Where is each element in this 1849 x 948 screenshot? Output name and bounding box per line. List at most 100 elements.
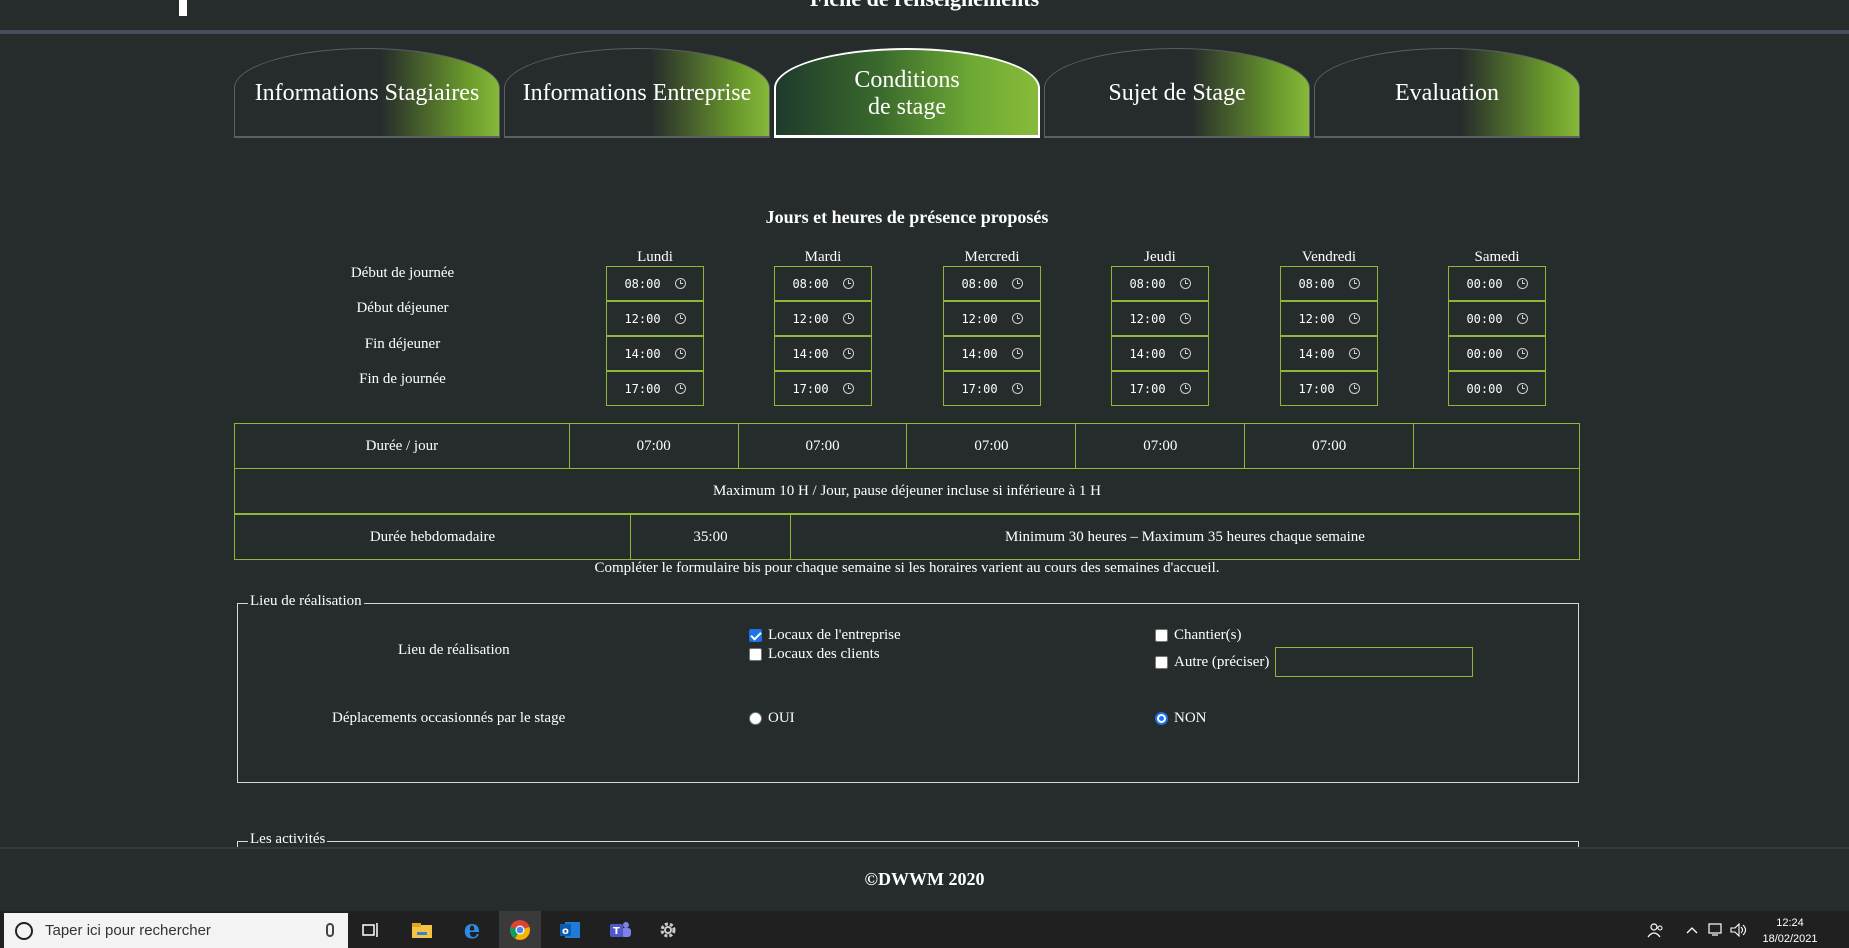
clock-icon[interactable] — [1348, 278, 1360, 289]
clock-icon[interactable] — [1516, 313, 1528, 324]
tab-informations-stagiaires[interactable]: Informations Stagiaires — [234, 48, 500, 138]
search-icon — [15, 921, 33, 940]
clock-icon[interactable] — [674, 383, 686, 394]
autre-preciser-input[interactable] — [1275, 647, 1474, 677]
time-input[interactable]: 00:00 — [1448, 371, 1546, 406]
clock-icon[interactable] — [842, 383, 854, 394]
svg-text:o: o — [562, 926, 569, 937]
network-icon[interactable] — [1708, 911, 1726, 948]
clock-icon[interactable] — [1011, 348, 1023, 359]
clock-icon[interactable] — [1179, 313, 1191, 324]
duration-cell: 07:00 — [737, 423, 908, 469]
clock-icon[interactable] — [674, 348, 686, 359]
taskbar-search[interactable]: Taper ici pour rechercher — [4, 913, 348, 948]
checkbox-autre[interactable]: Autre (préciser) — [1155, 647, 1474, 677]
clock-icon[interactable] — [842, 348, 854, 359]
volume-icon[interactable] — [1730, 911, 1748, 948]
tab-label: Conditions de stage — [854, 67, 959, 121]
tab-evaluation[interactable]: Evaluation — [1314, 48, 1580, 138]
taskbar-clock[interactable]: 12:24 18/02/2021 — [1754, 915, 1826, 947]
settings-icon[interactable] — [654, 916, 682, 944]
clock-icon[interactable] — [1179, 348, 1191, 359]
time-input[interactable]: 14:00 — [606, 336, 704, 371]
clock-icon[interactable] — [1179, 383, 1191, 394]
time-value: 14:00 — [624, 346, 661, 361]
clock-icon[interactable] — [1516, 348, 1528, 359]
microphone-icon[interactable] — [326, 923, 334, 937]
time-input[interactable]: 17:00 — [943, 371, 1041, 406]
time-input[interactable]: 12:00 — [1280, 301, 1378, 336]
clock-icon[interactable] — [1348, 313, 1360, 324]
time-input[interactable]: 17:00 — [774, 371, 872, 406]
people-icon[interactable] — [1647, 911, 1665, 948]
time-value: 17:00 — [792, 381, 829, 396]
time-input[interactable]: 08:00 — [943, 266, 1041, 301]
checkbox-locaux-clients[interactable]: Locaux des clients — [749, 646, 880, 663]
tab-conditions-de-stage[interactable]: Conditions de stage — [774, 48, 1040, 138]
checkbox[interactable] — [1155, 629, 1168, 642]
time-input[interactable]: 08:00 — [606, 266, 704, 301]
radio-button[interactable] — [749, 712, 762, 725]
time-input[interactable]: 12:00 — [774, 301, 872, 336]
time-input[interactable]: 00:00 — [1448, 266, 1546, 301]
time-input[interactable]: 17:00 — [606, 371, 704, 406]
checkbox-checked[interactable] — [749, 629, 762, 642]
checkbox-label: Autre (préciser) — [1174, 653, 1270, 670]
time-input[interactable]: 14:00 — [943, 336, 1041, 371]
row-label-fin-journee: Fin de journée — [359, 371, 446, 387]
radio-oui[interactable]: OUI — [749, 710, 795, 727]
teams-icon[interactable]: T — [606, 916, 634, 944]
clock-time: 12:24 — [1776, 917, 1804, 929]
checkbox[interactable] — [1155, 655, 1168, 669]
clock-icon[interactable] — [1516, 278, 1528, 289]
radio-non[interactable]: NON — [1155, 710, 1207, 727]
internet-explorer-icon[interactable]: e — [458, 915, 486, 945]
chrome-icon[interactable] — [506, 916, 534, 944]
time-input[interactable]: 14:00 — [774, 336, 872, 371]
time-value: 12:00 — [1129, 311, 1166, 326]
clock-icon[interactable] — [1516, 383, 1528, 394]
clock-icon[interactable] — [1348, 348, 1360, 359]
checkbox-label: Locaux des clients — [768, 646, 880, 662]
time-input[interactable]: 12:00 — [1111, 301, 1209, 336]
clock-icon[interactable] — [1348, 383, 1360, 394]
clock-icon[interactable] — [842, 313, 854, 324]
time-input[interactable]: 00:00 — [1448, 336, 1546, 371]
clock-icon[interactable] — [674, 278, 686, 289]
day-name: Jeudi — [1144, 249, 1176, 265]
clock-icon[interactable] — [1011, 383, 1023, 394]
clock-icon[interactable] — [1011, 313, 1023, 324]
time-input[interactable]: 12:00 — [606, 301, 704, 336]
task-view-icon[interactable] — [357, 916, 385, 944]
outlook-icon[interactable]: o — [556, 916, 584, 944]
chevron-up-icon[interactable] — [1686, 911, 1698, 948]
clock-icon[interactable] — [842, 278, 854, 289]
clock-icon[interactable] — [1179, 278, 1191, 289]
time-value: 17:00 — [1298, 381, 1335, 396]
checkbox[interactable] — [749, 648, 762, 661]
time-input[interactable]: 17:00 — [1111, 371, 1209, 406]
checkbox-locaux-entreprise[interactable]: Locaux de l'entreprise — [749, 627, 901, 644]
time-input[interactable]: 08:00 — [1111, 266, 1209, 301]
clock-icon[interactable] — [1011, 278, 1023, 289]
tab-informations-entreprise[interactable]: Informations Entreprise — [504, 48, 770, 138]
time-input[interactable]: 17:00 — [1280, 371, 1378, 406]
checkbox-chantiers[interactable]: Chantier(s) — [1155, 627, 1241, 644]
tab-sujet-de-stage[interactable]: Sujet de Stage — [1044, 48, 1310, 138]
file-explorer-icon[interactable] — [408, 916, 436, 944]
duration-cell: 07:00 — [1075, 423, 1246, 469]
day-column-jeudi: Jeudi 08:00 12:00 14:00 17:00 — [1111, 248, 1209, 406]
duration-label: Durée / jour — [234, 423, 570, 469]
time-input[interactable]: 08:00 — [774, 266, 872, 301]
checkbox-label: Locaux de l'entreprise — [768, 627, 901, 643]
weekly-duration-table: Durée hebdomadaire 35:00 Minimum 30 heur… — [234, 514, 1580, 560]
time-input[interactable]: 14:00 — [1280, 336, 1378, 371]
time-input[interactable]: 12:00 — [943, 301, 1041, 336]
time-input[interactable]: 00:00 — [1448, 301, 1546, 336]
time-input[interactable]: 08:00 — [1280, 266, 1378, 301]
time-input[interactable]: 14:00 — [1111, 336, 1209, 371]
radio-button-checked[interactable] — [1155, 712, 1168, 725]
time-value: 00:00 — [1466, 346, 1503, 361]
row-label-debut-dejeuner: Début déjeuner — [356, 300, 449, 316]
clock-icon[interactable] — [674, 313, 686, 324]
